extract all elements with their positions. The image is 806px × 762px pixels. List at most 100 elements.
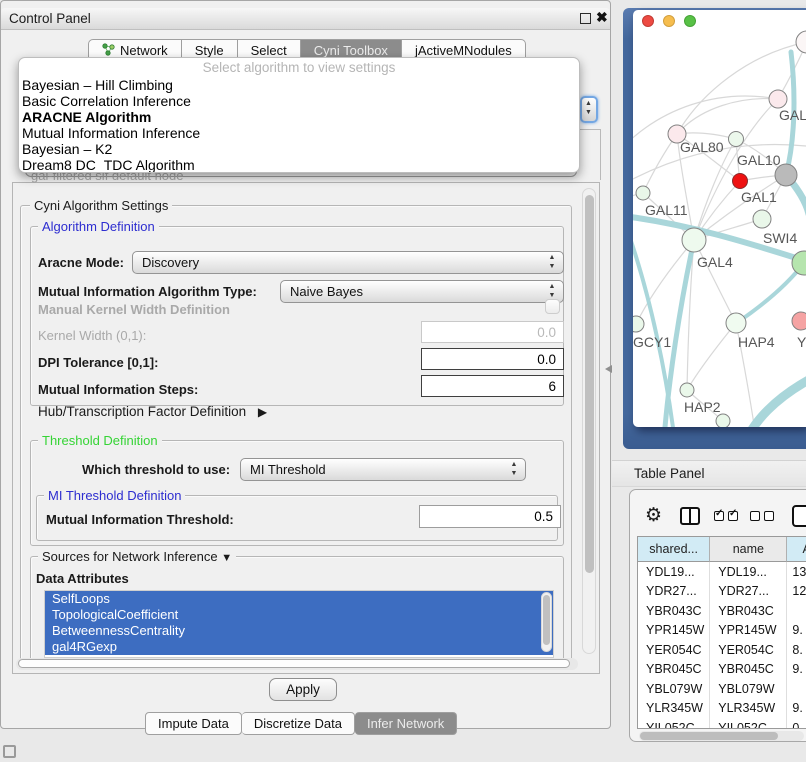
network-view-window[interactable]: GALGAL80GAL10GAL1GAL11SWI4GAL4GCY1HAP4YH… bbox=[633, 10, 806, 427]
mi-steps-field[interactable]: 6 bbox=[421, 375, 564, 397]
column-header[interactable]: A bbox=[787, 537, 806, 562]
dropdown-item[interactable]: Basic Correlation Inference bbox=[19, 93, 579, 109]
which-threshold-select[interactable]: MI Threshold ▲▼ bbox=[240, 458, 526, 481]
apply-button[interactable]: Apply bbox=[269, 678, 337, 701]
checked-box-icon bbox=[728, 511, 738, 521]
table-row[interactable]: YDL19...YDL19...13 bbox=[638, 562, 806, 582]
table-mode-icon[interactable] bbox=[792, 505, 806, 527]
splitter-collapse-icon[interactable] bbox=[605, 365, 612, 373]
table-cell: YIL052C bbox=[638, 718, 710, 729]
bottom-tab-discretize-data[interactable]: Discretize Data bbox=[242, 712, 355, 735]
node-label: Y bbox=[797, 334, 806, 350]
select-all-icon[interactable] bbox=[714, 511, 738, 521]
table-horizontal-scrollbar[interactable] bbox=[639, 731, 804, 741]
table-row[interactable]: YER054CYER054C8. bbox=[638, 640, 806, 660]
attribute-item[interactable]: SelfLoops bbox=[45, 591, 553, 607]
network-node[interactable] bbox=[792, 312, 806, 330]
minimize-window-icon[interactable] bbox=[663, 15, 675, 27]
network-edge[interactable] bbox=[694, 240, 736, 323]
attribute-item[interactable]: gal4RGexp bbox=[45, 639, 553, 655]
field-value: 0.5 bbox=[534, 509, 553, 524]
table-hscrollbar-thumb[interactable] bbox=[640, 732, 778, 740]
float-window-icon[interactable] bbox=[580, 13, 591, 24]
network-node[interactable] bbox=[729, 132, 744, 147]
table-cell: YDR27... bbox=[638, 582, 710, 602]
kernel-width-field[interactable]: 0.0 bbox=[421, 321, 564, 343]
network-node[interactable] bbox=[726, 313, 746, 333]
settings-scrollbar-thumb[interactable] bbox=[585, 195, 594, 573]
network-node[interactable] bbox=[753, 210, 771, 228]
manual-kernel-checkbox[interactable] bbox=[545, 299, 560, 314]
table-cell: YBR045C bbox=[710, 660, 787, 680]
settings-vertical-scrollbar[interactable] bbox=[582, 188, 596, 654]
dpi-tolerance-field[interactable]: 0.0 bbox=[421, 348, 564, 370]
network-edge[interactable] bbox=[687, 323, 736, 390]
gear-icon[interactable]: ⚙ bbox=[645, 505, 662, 525]
close-window-icon[interactable] bbox=[642, 15, 654, 27]
settings-horizontal-scrollbar[interactable] bbox=[16, 658, 578, 670]
aracne-mode-select[interactable]: Discovery ▲▼ bbox=[132, 251, 564, 274]
network-edge[interactable] bbox=[739, 378, 806, 427]
table-cell: YLR345W bbox=[710, 699, 787, 719]
column-selector-icon[interactable] bbox=[680, 507, 700, 525]
bottom-tabs: Impute DataDiscretize DataInfer Network bbox=[145, 712, 457, 735]
table-row[interactable]: YBR045CYBR045C9. bbox=[638, 660, 806, 680]
table-cell: YER054C bbox=[710, 640, 787, 660]
dock-panel-icon[interactable] bbox=[3, 745, 16, 758]
network-node[interactable] bbox=[716, 414, 730, 427]
network-node[interactable] bbox=[796, 31, 806, 53]
dropdown-item[interactable]: Mutual Information Inference bbox=[19, 125, 579, 141]
deselect-all-icon[interactable] bbox=[750, 511, 774, 521]
bottom-tab-infer-network[interactable]: Infer Network bbox=[355, 712, 457, 735]
network-node[interactable] bbox=[636, 186, 650, 200]
network-edge[interactable] bbox=[643, 134, 677, 193]
network-canvas[interactable]: GALGAL80GAL10GAL1GAL11SWI4GAL4GCY1HAP4YH… bbox=[633, 10, 806, 427]
dropdown-item[interactable]: Dream8 DC_TDC Algorithm bbox=[19, 157, 579, 173]
mi-threshold-field[interactable]: 0.5 bbox=[419, 505, 561, 528]
table-cell: YPR145W bbox=[710, 621, 787, 641]
focused-combo-stepper[interactable]: ▲▼ bbox=[580, 96, 598, 123]
tab-label: Style bbox=[195, 43, 224, 58]
table-row[interactable]: YIL052CYIL052C0. bbox=[638, 718, 806, 729]
tab-label: Cyni Toolbox bbox=[314, 43, 388, 58]
column-header[interactable]: shared... bbox=[638, 537, 710, 562]
attribute-item[interactable]: BetweennessCentrality bbox=[45, 623, 553, 639]
network-node[interactable] bbox=[633, 316, 644, 332]
node-label: GAL bbox=[779, 107, 806, 123]
group-title: MI Threshold Definition bbox=[44, 488, 185, 503]
network-edge[interactable] bbox=[633, 324, 636, 384]
network-node[interactable] bbox=[733, 174, 748, 189]
table-cell: 9. bbox=[787, 699, 806, 719]
dropdown-item[interactable]: Bayesian – K2 bbox=[19, 141, 579, 157]
node-label: GAL11 bbox=[645, 202, 688, 218]
stepper-arrows-icon: ▲▼ bbox=[585, 100, 592, 117]
table-row[interactable]: YDR27...YDR27...12 bbox=[638, 582, 806, 602]
node-table: shared...nameA YDL19...YDL19...13YDR27..… bbox=[637, 536, 806, 729]
attribute-item[interactable]: TopologicalCoefficient bbox=[45, 607, 553, 623]
sources-toggle[interactable]: Sources for Network Inference ▼ bbox=[38, 549, 236, 564]
bottom-tab-impute-data[interactable]: Impute Data bbox=[145, 712, 242, 735]
table-row[interactable]: YBR043CYBR043C bbox=[638, 601, 806, 621]
column-header[interactable]: name bbox=[710, 537, 787, 562]
network-edge[interactable] bbox=[738, 263, 804, 322]
network-node[interactable] bbox=[680, 383, 694, 397]
close-icon[interactable]: ✖ bbox=[596, 9, 608, 26]
network-node[interactable] bbox=[769, 90, 787, 108]
table-row[interactable]: YPR145WYPR145W9. bbox=[638, 621, 806, 641]
hub-definition-toggle[interactable]: Hub/Transcription Factor Definition ▶ bbox=[38, 404, 267, 419]
expanded-arrow-icon[interactable]: ▼ bbox=[221, 552, 232, 564]
dropdown-item[interactable]: Bayesian – Hill Climbing bbox=[19, 77, 579, 93]
list-scrollbar-thumb[interactable] bbox=[543, 595, 550, 645]
table-row[interactable]: YLR345WYLR345W9. bbox=[638, 699, 806, 719]
dropdown-item[interactable]: ARACNE Algorithm bbox=[19, 109, 579, 125]
network-node[interactable] bbox=[682, 228, 706, 252]
settings-hscrollbar-thumb[interactable] bbox=[18, 659, 570, 668]
list-scrollbar[interactable] bbox=[541, 592, 552, 652]
collapsed-arrow-icon[interactable]: ▶ bbox=[258, 405, 267, 419]
table-row[interactable]: YBL079WYBL079W bbox=[638, 679, 806, 699]
zoom-window-icon[interactable] bbox=[684, 15, 696, 27]
table-cell: YLR345W bbox=[638, 699, 710, 719]
control-panel-titlebar bbox=[1, 8, 610, 30]
data-attributes-list[interactable]: SelfLoopsTopologicalCoefficientBetweenne… bbox=[44, 590, 554, 658]
mi-algorithm-type-select[interactable]: Naive Bayes ▲▼ bbox=[280, 280, 564, 303]
